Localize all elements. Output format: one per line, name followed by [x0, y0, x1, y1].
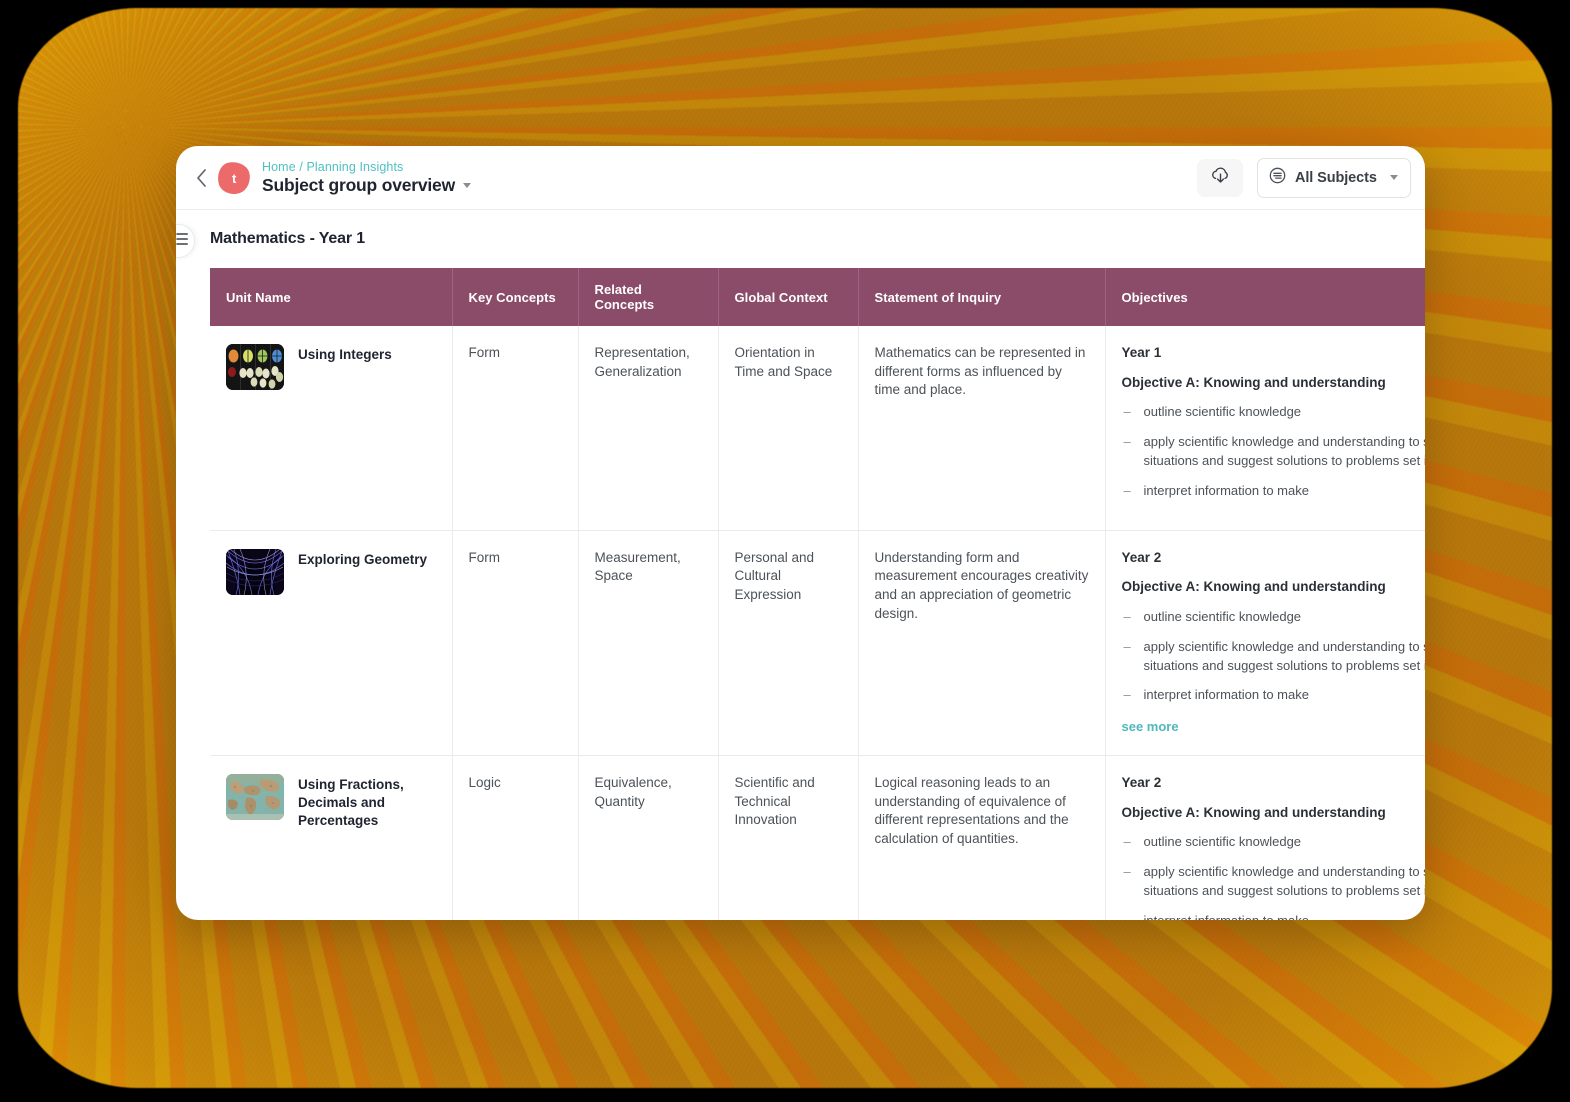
units-table: Unit Name Key Concepts Related Concepts … [210, 268, 1425, 920]
subject-chevron-down-icon[interactable] [1390, 175, 1398, 180]
column-header-unit-name[interactable]: Unit Name [210, 268, 452, 326]
app-card: t Home / Planning Insights Subject group… [176, 146, 1425, 920]
objective-item: interpret information to make [1122, 686, 1426, 705]
cell-related-concepts: Equivalence, Quantity [578, 755, 718, 920]
column-header-related-concepts[interactable]: Related Concepts [578, 268, 718, 326]
cell-unit-name: Using Fractions, Decimals and Percentage… [210, 755, 452, 920]
page-title: Subject group overview [262, 175, 455, 196]
unit-name[interactable]: Using Integers [298, 344, 392, 364]
objective-year: Year 2 [1122, 774, 1426, 793]
units-table-container: Unit Name Key Concepts Related Concepts … [176, 268, 1425, 920]
app-logo: t [216, 160, 252, 196]
objective-year: Year 1 [1122, 344, 1426, 363]
objective-item: apply scientific knowledge and understan… [1122, 863, 1426, 901]
unit-name[interactable]: Using Fractions, Decimals and Percentage… [298, 774, 436, 829]
objective-year: Year 2 [1122, 549, 1426, 568]
column-header-statement-of-inquiry[interactable]: Statement of Inquiry [858, 268, 1105, 326]
cell-global-context: Scientific and Technical Innovation [718, 755, 858, 920]
unit-thumbnail-seeds [226, 344, 284, 390]
table-head: Unit Name Key Concepts Related Concepts … [210, 268, 1425, 326]
page-title-chevron-down-icon[interactable] [463, 183, 471, 188]
top-bar: t Home / Planning Insights Subject group… [176, 146, 1425, 210]
objective-item: apply scientific knowledge and understan… [1122, 638, 1426, 676]
objective-item: interpret information to make [1122, 912, 1426, 920]
breadcrumb[interactable]: Home / Planning Insights [262, 160, 471, 174]
objective-item: outline scientific knowledge [1122, 403, 1426, 422]
cell-objectives: Year 2 Objective A: Knowing and understa… [1105, 755, 1425, 920]
cell-statement-of-inquiry: Mathematics can be represented in differ… [858, 326, 1105, 530]
breadcrumb-and-title: Home / Planning Insights Subject group o… [262, 160, 471, 196]
cell-key-concepts: Form [452, 326, 578, 530]
chevron-left-icon[interactable] [188, 165, 214, 191]
cell-unit-name: Exploring Geometry [210, 530, 452, 755]
cell-statement-of-inquiry: Understanding form and measurement encou… [858, 530, 1105, 755]
column-header-objectives[interactable]: Objectives [1105, 268, 1425, 326]
logo-letter: t [232, 170, 236, 185]
column-header-key-concepts[interactable]: Key Concepts [452, 268, 578, 326]
cell-related-concepts: Measurement, Space [578, 530, 718, 755]
cell-objectives: Year 1 Objective A: Knowing and understa… [1105, 326, 1425, 530]
filter-list-icon [1269, 167, 1286, 189]
unit-thumbnail-world-map [226, 774, 284, 820]
objective-list: outline scientific knowledge apply scien… [1122, 608, 1426, 705]
objective-heading: Objective A: Knowing and understanding [1122, 804, 1426, 823]
see-more-link[interactable]: see more [1122, 718, 1179, 736]
table-row[interactable]: Using Integers Form Representation, Gene… [210, 326, 1425, 530]
objective-heading: Objective A: Knowing and understanding [1122, 374, 1426, 393]
cell-unit-name: Using Integers [210, 326, 452, 530]
cell-global-context: Orientation in Time and Space [718, 326, 858, 530]
list-menu-icon [176, 232, 188, 251]
unit-name[interactable]: Exploring Geometry [298, 549, 427, 569]
unit-thumbnail-string-art [226, 549, 284, 595]
objective-item: outline scientific knowledge [1122, 833, 1426, 852]
subject-filter-dropdown[interactable]: All Subjects [1257, 158, 1411, 198]
objective-list: outline scientific knowledge apply scien… [1122, 403, 1426, 500]
cell-global-context: Personal and Cultural Expression [718, 530, 858, 755]
cell-related-concepts: Representation, Generalization [578, 326, 718, 530]
cell-key-concepts: Form [452, 530, 578, 755]
objective-heading: Objective A: Knowing and understanding [1122, 578, 1426, 597]
section-title: Mathematics - Year 1 [210, 230, 365, 248]
table-row[interactable]: Exploring Geometry Form Measurement, Spa… [210, 530, 1425, 755]
top-bar-actions: All Subjects [1197, 158, 1411, 198]
objective-list: outline scientific knowledge apply scien… [1122, 833, 1426, 920]
cloud-download-icon [1210, 166, 1231, 190]
download-button[interactable] [1197, 159, 1243, 197]
table-body: Using Integers Form Representation, Gene… [210, 326, 1425, 920]
sidebar-toggle-button[interactable] [176, 224, 195, 258]
cell-statement-of-inquiry: Logical reasoning leads to an understand… [858, 755, 1105, 920]
objective-item: apply scientific knowledge and understan… [1122, 433, 1426, 471]
title-row: Subject group overview [262, 175, 471, 196]
column-header-global-context[interactable]: Global Context [718, 268, 858, 326]
table-header-row: Unit Name Key Concepts Related Concepts … [210, 268, 1425, 326]
cell-key-concepts: Logic [452, 755, 578, 920]
objective-item: interpret information to make [1122, 482, 1426, 501]
table-row[interactable]: Using Fractions, Decimals and Percentage… [210, 755, 1425, 920]
cell-objectives: Year 2 Objective A: Knowing and understa… [1105, 530, 1425, 755]
section-header: Mathematics - Year 1 [176, 210, 1425, 268]
objective-item: outline scientific knowledge [1122, 608, 1426, 627]
subject-filter-value: All Subjects [1295, 170, 1377, 186]
